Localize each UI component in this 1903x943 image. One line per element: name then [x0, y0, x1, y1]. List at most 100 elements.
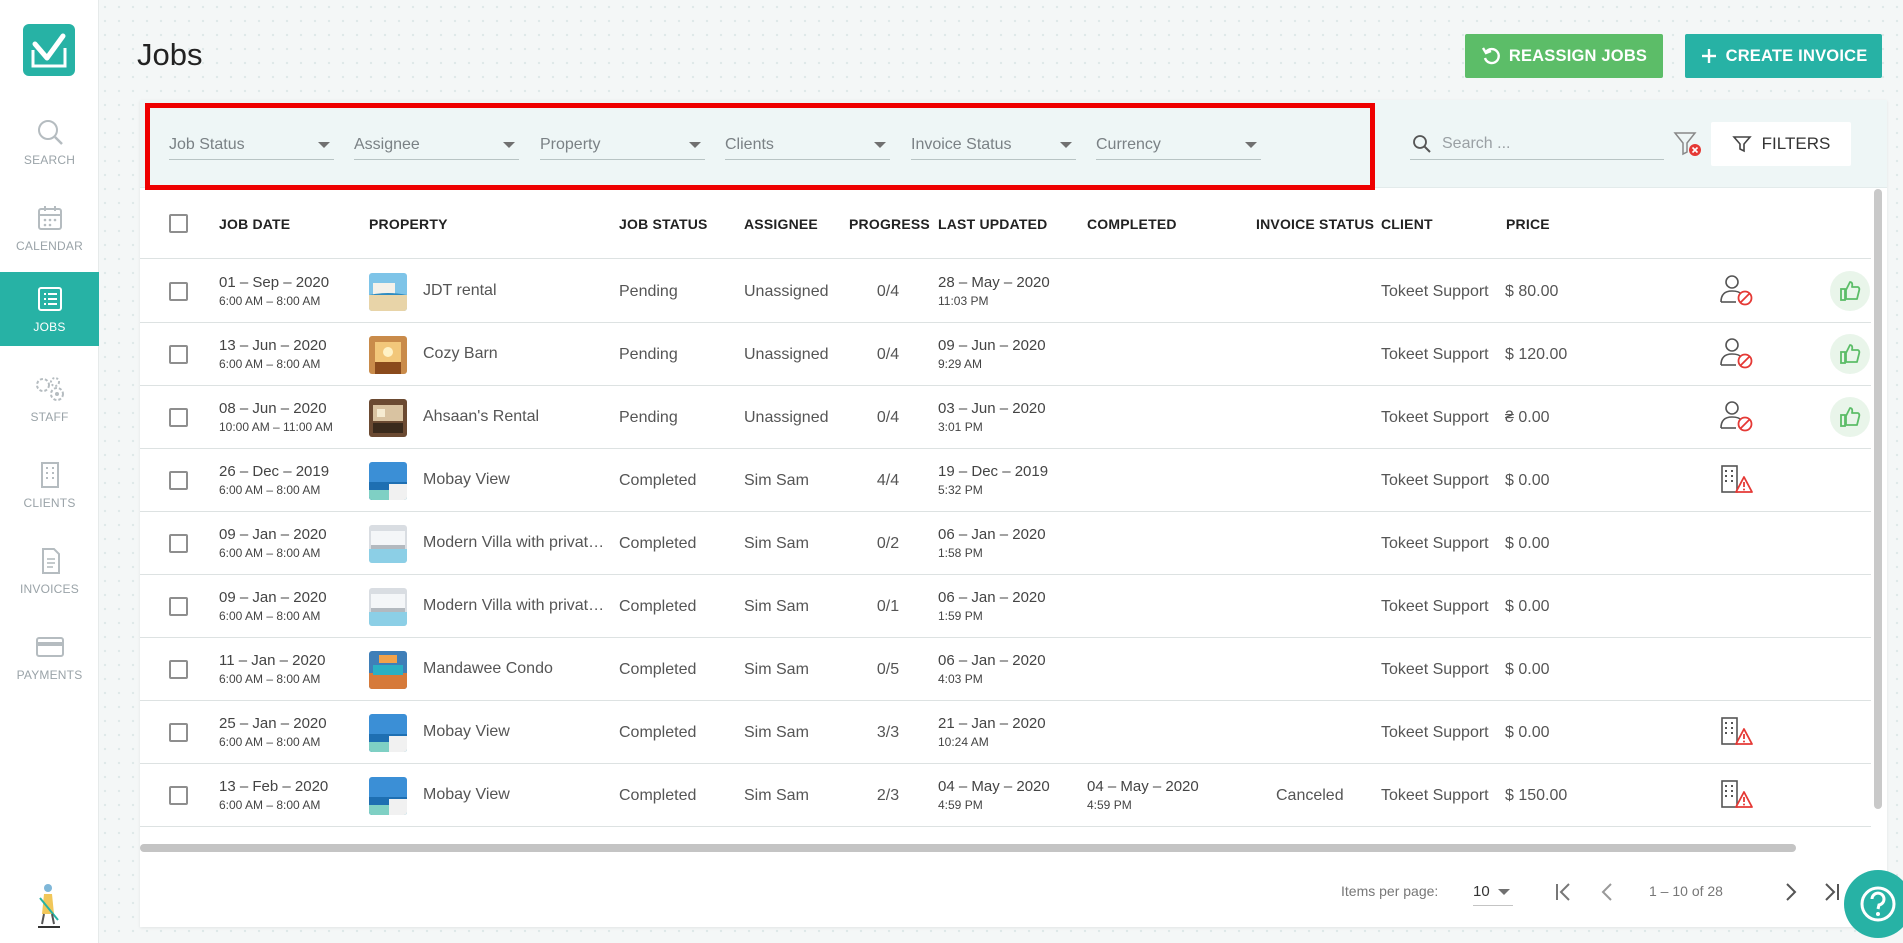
property-thumbnail	[369, 588, 407, 626]
row-checkbox[interactable]	[169, 660, 188, 679]
client: Tokeet Support	[1381, 661, 1489, 678]
property-select-label: Property	[540, 135, 601, 153]
property-name[interactable]: Mandawee Condo	[423, 660, 553, 678]
assignee-select[interactable]: Assignee	[354, 130, 519, 160]
currency-select-label: Currency	[1096, 135, 1161, 153]
row-checkbox[interactable]	[169, 597, 188, 616]
column-job-status[interactable]: JOB STATUS	[619, 216, 708, 232]
clear-filters-button[interactable]	[1673, 130, 1703, 163]
property-name[interactable]: JDT rental	[423, 282, 497, 300]
items-per-page-select[interactable]: 10	[1473, 878, 1513, 906]
column-price[interactable]: PRICE	[1506, 216, 1550, 232]
next-page-button[interactable]	[1774, 876, 1806, 908]
table-row[interactable]: 13 – Jun – 2020 6:00 AM – 8:00 AM Cozy Bar…	[140, 323, 1871, 386]
sidebar-item-clients[interactable]: CLIENTS	[0, 448, 99, 522]
assignee: Sim Sam	[744, 724, 809, 741]
row-checkbox[interactable]	[169, 723, 188, 742]
chevron-down-icon	[874, 141, 886, 148]
last-updated-date: 06 – Jan – 2020	[938, 589, 1046, 606]
table-row[interactable]: 13 – Feb – 2020 6:00 AM – 8:00 AM Mobay Vi…	[140, 764, 1871, 827]
previous-page-button[interactable]	[1592, 876, 1624, 908]
property-name[interactable]: Mobay View	[423, 471, 510, 489]
approve-button[interactable]	[1830, 397, 1870, 437]
paginator: Items per page: 10 1 – 10 of 28	[140, 860, 1887, 927]
property-select[interactable]: Property	[540, 130, 705, 160]
filters-button[interactable]: FILTERS	[1711, 122, 1851, 166]
column-property[interactable]: PROPERTY	[369, 216, 448, 232]
column-assignee[interactable]: ASSIGNEE	[744, 216, 818, 232]
chevron-down-icon	[1497, 888, 1510, 895]
row-checkbox[interactable]	[169, 408, 188, 427]
last-updated-time: 1:58 PM	[938, 546, 983, 560]
last-updated-date: 21 – Jan – 2020	[938, 715, 1046, 732]
table-row[interactable]: 08 – Jun – 2020 10:00 AM – 11:00 AM Ahsaan…	[140, 386, 1871, 449]
search-icon	[37, 120, 63, 145]
assignee: Sim Sam	[744, 535, 809, 552]
sidebar-item-search[interactable]: SEARCH	[0, 105, 99, 179]
create-invoice-button[interactable]: CREATE INVOICE	[1685, 34, 1882, 78]
job-status-select-label: Job Status	[169, 135, 245, 153]
clients-select[interactable]: Clients	[725, 130, 890, 160]
sidebar-item-payments[interactable]: PAYMENTS	[0, 620, 99, 694]
help-icon	[1860, 886, 1896, 922]
page-range-label: 1 – 10 of 28	[1649, 883, 1723, 899]
column-completed[interactable]: COMPLETED	[1087, 216, 1177, 232]
row-checkbox[interactable]	[169, 786, 188, 805]
column-invoice-status[interactable]: INVOICE STATUS	[1256, 216, 1374, 232]
progress: 2/3	[876, 787, 900, 804]
user-avatar[interactable]	[34, 880, 64, 930]
search-input[interactable]	[1442, 134, 1652, 153]
table-row[interactable]: 25 – Jan – 2020 6:00 AM – 8:00 AM Mobay Vi…	[140, 701, 1871, 764]
table-row[interactable]: 26 – Dec – 2019 6:00 AM – 8:00 AM Mobay Vi…	[140, 449, 1871, 512]
column-last-updated[interactable]: LAST UPDATED	[938, 216, 1047, 232]
column-progress[interactable]: PROGRESS	[849, 216, 930, 232]
sidebar-item-invoices[interactable]: INVOICES	[0, 534, 99, 608]
property-name[interactable]: Mobay View	[423, 786, 510, 804]
assignee: Unassigned	[744, 346, 829, 363]
row-checkbox[interactable]	[169, 471, 188, 490]
table-row[interactable]: 01 – Sep – 2020 6:00 AM – 8:00 AM JDT rent…	[140, 260, 1871, 323]
job-time: 6:00 AM – 8:00 AM	[219, 672, 321, 686]
invoice-status-select[interactable]: Invoice Status	[911, 130, 1076, 160]
last-page-button[interactable]	[1815, 876, 1847, 908]
approve-button[interactable]	[1830, 334, 1870, 374]
table-row[interactable]: 11 – Jan – 2020 6:00 AM – 8:00 AM Mandawee…	[140, 638, 1871, 701]
approve-button[interactable]	[1830, 271, 1870, 311]
document-icon	[41, 548, 60, 574]
search-field	[1410, 128, 1664, 160]
property-name[interactable]: Ahsaan's Rental	[423, 408, 539, 426]
job-indicator[interactable]	[1719, 337, 1755, 374]
table-row[interactable]: 09 – Jan – 2020 6:00 AM – 8:00 AM Modern V…	[140, 575, 1871, 638]
reassign-jobs-button[interactable]: REASSIGN JOBS	[1465, 34, 1663, 78]
currency-select[interactable]: Currency	[1096, 130, 1261, 160]
column-client[interactable]: CLIENT	[1381, 216, 1433, 232]
property-name[interactable]: Cozy Barn	[423, 345, 498, 363]
job-status-select[interactable]: Job Status	[169, 130, 334, 160]
job-indicator[interactable]	[1719, 778, 1755, 815]
user-blocked-icon	[1720, 338, 1753, 369]
select-all-checkbox[interactable]	[169, 214, 188, 233]
job-indicator[interactable]	[1719, 463, 1755, 500]
job-status: Pending	[619, 283, 678, 300]
first-page-icon	[1556, 883, 1570, 901]
row-checkbox[interactable]	[169, 282, 188, 301]
property-name[interactable]: Modern Villa with private pool	[423, 534, 608, 552]
sidebar-item-jobs[interactable]: JOBS	[0, 272, 99, 346]
sidebar-item-staff[interactable]: STAFF	[0, 362, 99, 436]
job-indicator[interactable]	[1719, 715, 1755, 752]
column-job-date[interactable]: JOB DATE	[219, 216, 290, 232]
property-name[interactable]: Modern Villa with private pool	[423, 597, 608, 615]
sidebar-item-calendar[interactable]: CALENDAR	[0, 191, 99, 265]
vertical-scrollbar[interactable]	[1874, 189, 1882, 809]
job-indicator[interactable]	[1719, 400, 1755, 437]
table-row[interactable]: 09 – Jan – 2020 6:00 AM – 8:00 AM Modern V…	[140, 512, 1871, 575]
row-checkbox[interactable]	[169, 534, 188, 553]
app-logo[interactable]	[23, 24, 75, 76]
job-indicator[interactable]	[1719, 274, 1755, 311]
property-name[interactable]: Mobay View	[423, 723, 510, 741]
job-time: 6:00 AM – 8:00 AM	[219, 735, 321, 749]
row-checkbox[interactable]	[169, 345, 188, 364]
first-page-button[interactable]	[1548, 876, 1580, 908]
horizontal-scrollbar[interactable]	[140, 844, 1796, 852]
help-button[interactable]	[1844, 870, 1903, 938]
